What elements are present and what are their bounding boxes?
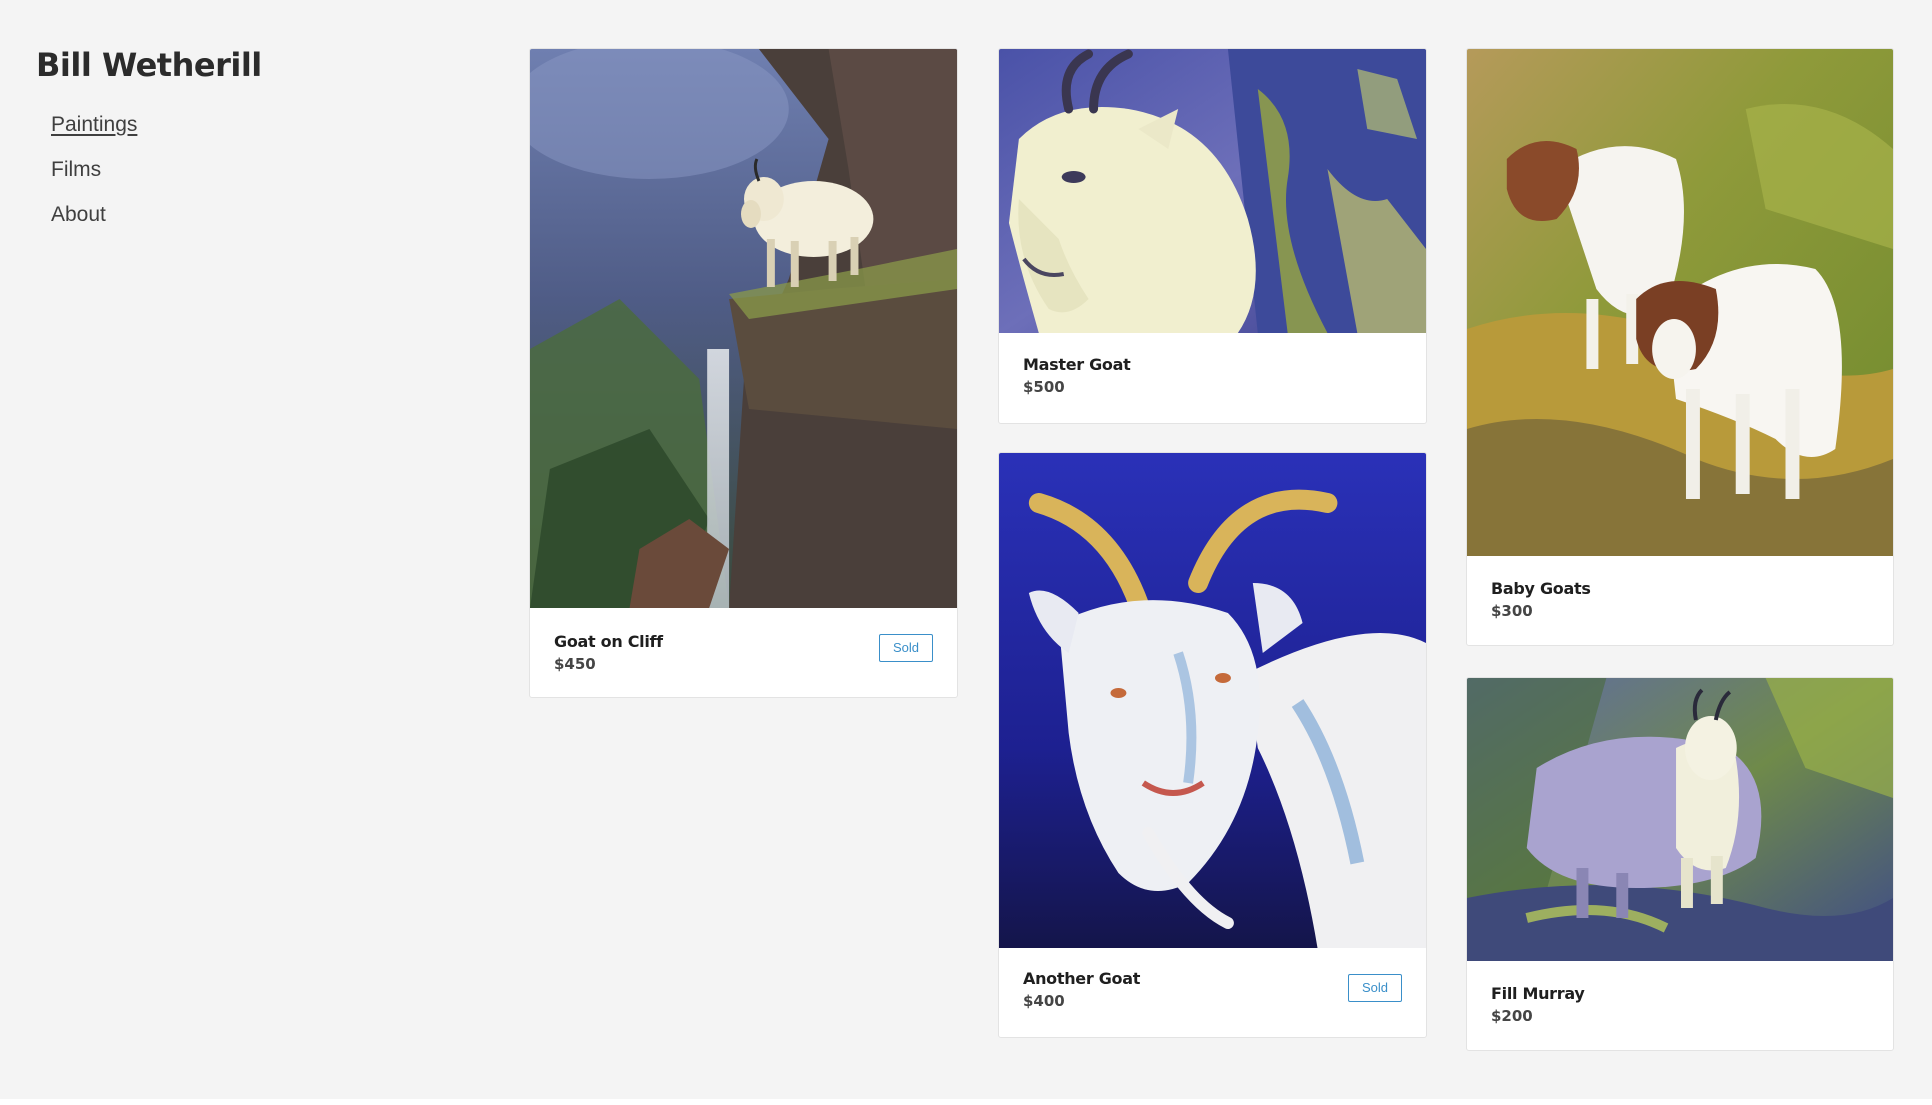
painting-image-another-goat[interactable] xyxy=(999,453,1426,948)
painting-info: Baby Goats $300 xyxy=(1491,578,1591,622)
nav-item-paintings: Paintings xyxy=(51,112,436,138)
nav-link-about[interactable]: About xyxy=(51,202,106,228)
painting-title: Another Goat xyxy=(1023,969,1141,988)
painting-price: $400 xyxy=(1023,992,1065,1010)
painting-title: Master Goat xyxy=(1023,355,1131,374)
painting-price: $200 xyxy=(1491,1007,1533,1025)
main-nav: Paintings Films About xyxy=(36,112,436,228)
painting-card-baby-goats[interactable]: Baby Goats $300 xyxy=(1466,48,1894,646)
sold-badge: Sold xyxy=(879,634,933,662)
nav-link-films[interactable]: Films xyxy=(51,157,101,183)
painting-info: Another Goat $400 xyxy=(1023,968,1140,1012)
painting-price: $500 xyxy=(1023,378,1065,396)
painting-info: Goat on Cliff $450 xyxy=(554,631,663,675)
painting-image-master-goat[interactable] xyxy=(999,49,1426,333)
painting-price: $450 xyxy=(554,655,596,673)
painting-card-another-goat[interactable]: Another Goat $400 Sold xyxy=(998,452,1427,1038)
sidebar: Bill Wetherill Paintings Films About xyxy=(36,46,436,247)
painting-title: Goat on Cliff xyxy=(554,632,663,651)
painting-card-goat-on-cliff[interactable]: Goat on Cliff $450 Sold xyxy=(529,48,958,698)
painting-info: Fill Murray $200 xyxy=(1491,983,1585,1027)
painting-image-baby-goats[interactable] xyxy=(1467,49,1893,556)
painting-price: $300 xyxy=(1491,602,1533,620)
page-background: Bill Wetherill Paintings Films About Goa… xyxy=(0,0,1932,1099)
nav-item-about: About xyxy=(51,202,436,228)
painting-image-fill-murray[interactable] xyxy=(1467,678,1893,961)
painting-title: Fill Murray xyxy=(1491,984,1585,1003)
sold-badge: Sold xyxy=(1348,974,1402,1002)
nav-item-films: Films xyxy=(51,157,436,183)
site-title[interactable]: Bill Wetherill xyxy=(36,46,436,84)
painting-card-master-goat[interactable]: Master Goat $500 xyxy=(998,48,1427,424)
painting-image-goat-on-cliff[interactable] xyxy=(530,49,957,608)
painting-title: Baby Goats xyxy=(1491,579,1591,598)
painting-info: Master Goat $500 xyxy=(1023,354,1131,398)
nav-link-paintings[interactable]: Paintings xyxy=(51,112,137,138)
painting-card-fill-murray[interactable]: Fill Murray $200 xyxy=(1466,677,1894,1051)
